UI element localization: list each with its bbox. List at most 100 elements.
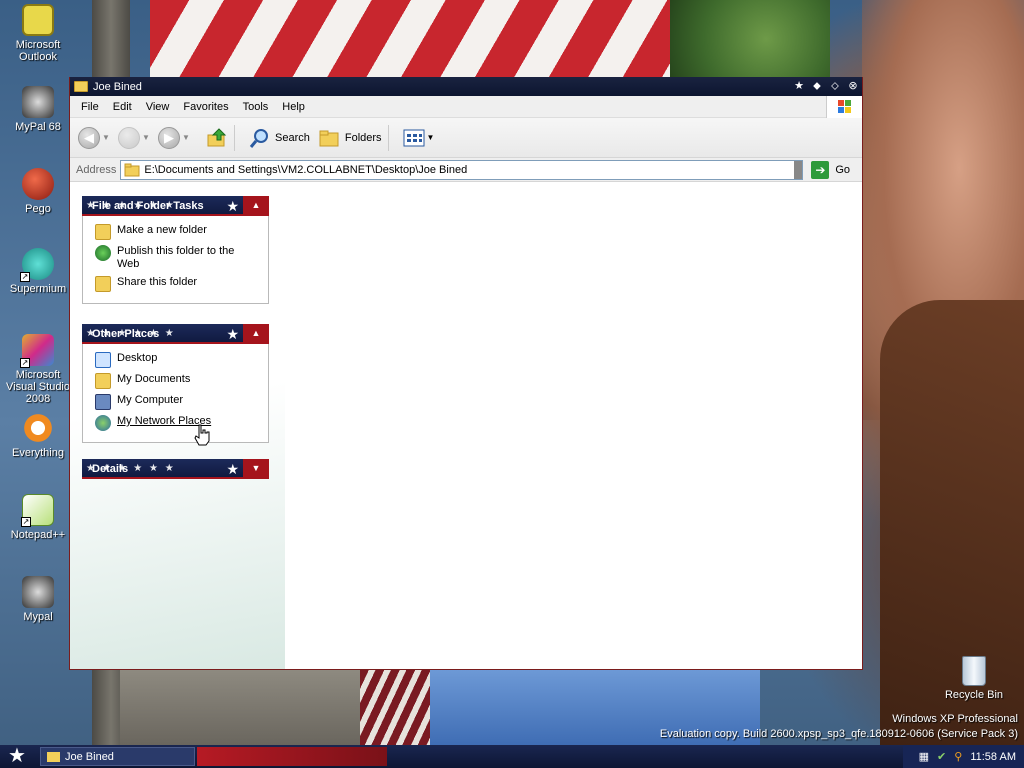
back-button[interactable]: ◀ — [78, 126, 100, 149]
background-awning — [150, 0, 670, 78]
window-titlebar[interactable]: Joe Bined ★ ⬥ ⬦ ⊗ — [70, 77, 862, 96]
desktop-icon-notepadpp[interactable]: ↗ Notepad++ — [0, 494, 76, 541]
supermium-icon: ↗ — [20, 248, 54, 282]
toolbar-separator — [234, 124, 235, 151]
folder-icon — [124, 163, 140, 176]
forward-disabled-icon — [118, 126, 140, 149]
taskbar-window-button[interactable]: Joe Bined — [40, 747, 195, 766]
mypal-icon — [22, 576, 54, 608]
other-places-body: Desktop My Documents My Computer My Netw… — [82, 344, 269, 443]
dropdown-icon: ▼ — [142, 133, 150, 142]
details-panel: ★ ★ ★ ★ ★ ★ Details ★ ▼ — [82, 459, 269, 479]
clock[interactable]: 11:58 AM — [970, 751, 1016, 763]
desktop-icon-mypal[interactable]: Mypal — [0, 576, 76, 623]
folder-icon — [74, 81, 88, 92]
place-my-computer[interactable]: My Computer — [95, 394, 258, 410]
desktop-icon-mypal68[interactable]: MyPal 68 — [0, 86, 76, 133]
task-publish-folder[interactable]: Publish this folder to the Web — [95, 245, 258, 271]
place-my-network-places[interactable]: My Network Places — [95, 415, 258, 431]
folders-label: Folders — [344, 131, 382, 144]
address-label: Address — [76, 163, 117, 176]
background-tie — [360, 670, 440, 745]
share-folder-icon — [95, 276, 111, 292]
expand-chevron-icon[interactable]: ▼ — [243, 459, 269, 477]
file-folder-tasks-body: Make a new folder Publish this folder to… — [82, 216, 269, 304]
collapse-chevron-icon[interactable]: ▲ — [243, 324, 269, 342]
taskbar-empty-area — [197, 747, 387, 766]
desktop-icon-label: Pego — [25, 203, 51, 215]
desktop-icon-label: Mypal — [23, 611, 53, 623]
network-tray-icon[interactable]: ✔ — [937, 750, 946, 763]
desktop-icon-label: Notepad++ — [10, 529, 66, 541]
folders-button[interactable]: Folders — [318, 128, 382, 148]
menu-tools[interactable]: Tools — [236, 101, 276, 113]
desktop-icon-label: Microsoft Outlook — [15, 39, 61, 63]
outlook-icon — [22, 4, 54, 36]
address-input[interactable]: E:\Documents and Settings\VM2.COLLABNET\… — [120, 159, 804, 180]
panel-title: Details — [92, 463, 129, 475]
taskbar: ★ Joe Bined ▦ ✔ ⚲ 11:58 AM — [0, 745, 1024, 768]
menu-favorites[interactable]: Favorites — [176, 101, 235, 113]
system-tray: ▦ ✔ ⚲ 11:58 AM — [902, 745, 1024, 768]
maximize-button[interactable]: ⬦ — [826, 78, 844, 95]
close-button[interactable]: ⊗ — [844, 78, 862, 95]
address-bar: Address E:\Documents and Settings\VM2.CO… — [70, 158, 862, 182]
visual-studio-icon: ↗ — [20, 334, 54, 368]
my-computer-icon — [95, 394, 111, 410]
search-button[interactable]: Search — [249, 127, 310, 149]
file-folder-tasks-header[interactable]: ★ ★ ★ ★ ★ ★ File and Folder Tasks ★ ▲ — [82, 196, 269, 216]
search-tray-icon[interactable]: ⚲ — [954, 750, 962, 763]
task-share-folder[interactable]: Share this folder — [95, 276, 258, 292]
desktop-icon-everything[interactable]: Everything — [0, 412, 76, 459]
go-arrow-icon: ➔ — [811, 160, 830, 179]
star-icon: ★ — [226, 326, 239, 342]
desktop-icon-outlook[interactable]: Microsoft Outlook — [0, 4, 76, 63]
globe-icon — [95, 245, 111, 261]
hand-cursor-icon — [194, 424, 210, 446]
task-label: Publish this folder to the Web — [117, 245, 235, 270]
menu-view[interactable]: View — [139, 101, 177, 113]
panel-title: File and Folder Tasks — [92, 200, 204, 212]
task-pane: ★ ★ ★ ★ ★ ★ File and Folder Tasks ★ ▲ Ma… — [70, 183, 285, 669]
keyboard-icon[interactable]: ▦ — [919, 750, 929, 763]
desktop-icon-pego[interactable]: Pego — [0, 168, 76, 215]
toolbar-separator — [387, 124, 389, 151]
views-button[interactable]: ▼ — [403, 129, 435, 147]
task-label: Share this folder — [117, 276, 198, 288]
pego-icon — [22, 168, 54, 200]
back-dropdown-icon[interactable]: ▼ — [102, 133, 112, 142]
toolbar: ◀ ▼ ▼ ▶ ▼ Search Folders ▼ — [70, 118, 862, 158]
minimize-button[interactable]: ⬥ — [808, 78, 826, 95]
search-label: Search — [275, 131, 310, 144]
menu-file[interactable]: File — [74, 101, 106, 113]
desktop-icon-visual-studio[interactable]: ↗ Microsoft Visual Studio 2008 — [0, 334, 76, 405]
forward-dropdown-icon[interactable]: ▼ — [182, 133, 192, 142]
search-icon — [249, 128, 268, 148]
desktop-icon-label: Supermium — [9, 283, 67, 295]
panel-title: Other Places — [92, 328, 160, 340]
go-button[interactable]: ➔ Go — [811, 160, 850, 179]
collapse-chevron-icon[interactable]: ▲ — [243, 196, 269, 214]
mypal-icon — [22, 86, 54, 118]
place-my-documents[interactable]: My Documents — [95, 373, 258, 389]
details-header[interactable]: ★ ★ ★ ★ ★ ★ Details ★ ▼ — [82, 459, 269, 479]
menu-edit[interactable]: Edit — [106, 101, 139, 113]
start-button[interactable]: ★ — [0, 745, 34, 768]
desktop-icon-recycle-bin[interactable]: Recycle Bin — [936, 656, 1012, 701]
other-places-header[interactable]: ★ ★ ★ ★ ★ ★ Other Places ★ ▲ — [82, 324, 269, 344]
background-tree — [670, 0, 830, 78]
place-desktop[interactable]: Desktop — [95, 352, 258, 368]
views-dropdown-icon: ▼ — [426, 133, 435, 142]
desktop-icon-supermium[interactable]: ↗ Supermium — [0, 248, 76, 295]
up-folder-icon — [207, 127, 227, 146]
up-folder-button[interactable] — [206, 127, 228, 149]
other-places-panel: ★ ★ ★ ★ ★ ★ Other Places ★ ▲ Desktop My … — [82, 324, 269, 443]
folder-icon — [47, 751, 60, 762]
forward-button[interactable]: ▶ — [158, 126, 180, 149]
my-documents-icon — [95, 373, 111, 389]
address-dropdown-button[interactable] — [794, 160, 803, 179]
menu-help[interactable]: Help — [275, 101, 312, 113]
place-label: My Documents — [117, 373, 191, 385]
task-make-new-folder[interactable]: Make a new folder — [95, 224, 258, 240]
folder-content-area[interactable]: ★ ★ ★ ★ ★ ★ File and Folder Tasks ★ ▲ Ma… — [70, 183, 862, 669]
